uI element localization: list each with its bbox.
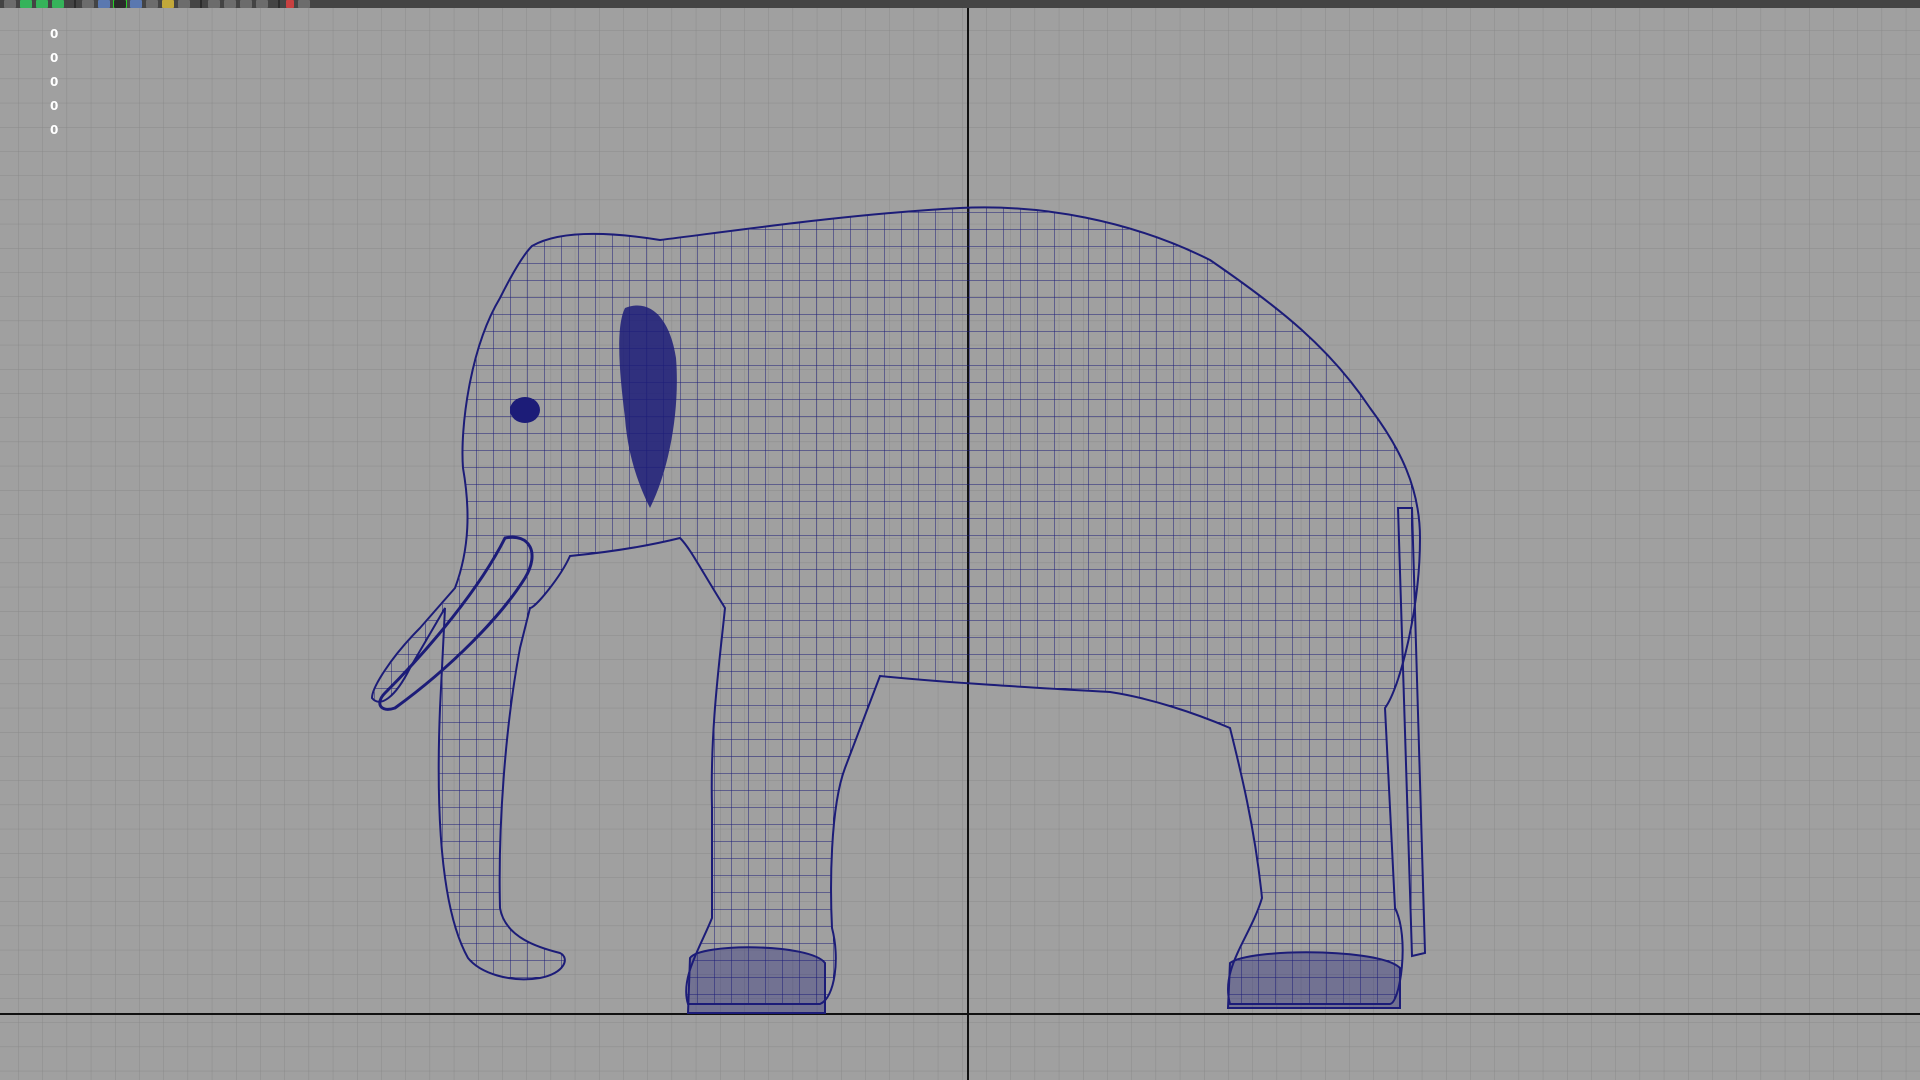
move-tool-icon[interactable] xyxy=(52,0,64,8)
select-tool-icon[interactable] xyxy=(4,0,16,8)
hud-verts-count: 0 xyxy=(50,27,59,41)
paint-tool-icon[interactable] xyxy=(36,0,48,8)
rear-foot-mesh xyxy=(1226,951,1401,1009)
hud-faces-count: 0 xyxy=(50,75,59,89)
toolbar-separator xyxy=(278,0,280,8)
hud-edges-count: 0 xyxy=(50,51,59,65)
toolbar-separator xyxy=(74,0,76,8)
hud-tris-count: 0 xyxy=(50,99,59,113)
isolate-icon[interactable] xyxy=(240,0,252,8)
front-foot-mesh xyxy=(686,946,826,1014)
viewport-side-view[interactable]: 0 0 0 0 0 xyxy=(0,8,1920,1080)
selection-mask-icon[interactable] xyxy=(113,0,127,8)
sphere-icon[interactable] xyxy=(82,0,94,8)
render-icon[interactable] xyxy=(146,0,158,8)
globe-icon[interactable] xyxy=(130,0,142,8)
xray-icon[interactable] xyxy=(224,0,236,8)
hud-uvs-count: 0 xyxy=(50,123,59,137)
heads-up-display: 0 0 0 0 0 xyxy=(50,22,58,142)
frame-icon[interactable] xyxy=(286,0,294,8)
snap-icon[interactable] xyxy=(256,0,268,8)
toolbar-separator xyxy=(200,0,202,8)
shading-icon[interactable] xyxy=(178,0,190,8)
lasso-tool-icon[interactable] xyxy=(20,0,32,8)
display-icon[interactable] xyxy=(298,0,310,8)
eye-mesh xyxy=(510,397,540,423)
light-icon[interactable] xyxy=(162,0,174,8)
grid-toggle-icon[interactable] xyxy=(208,0,220,8)
status-toolbar xyxy=(0,0,1920,8)
camera-icon[interactable] xyxy=(98,0,110,8)
viewport-canvas[interactable] xyxy=(0,8,1920,1080)
